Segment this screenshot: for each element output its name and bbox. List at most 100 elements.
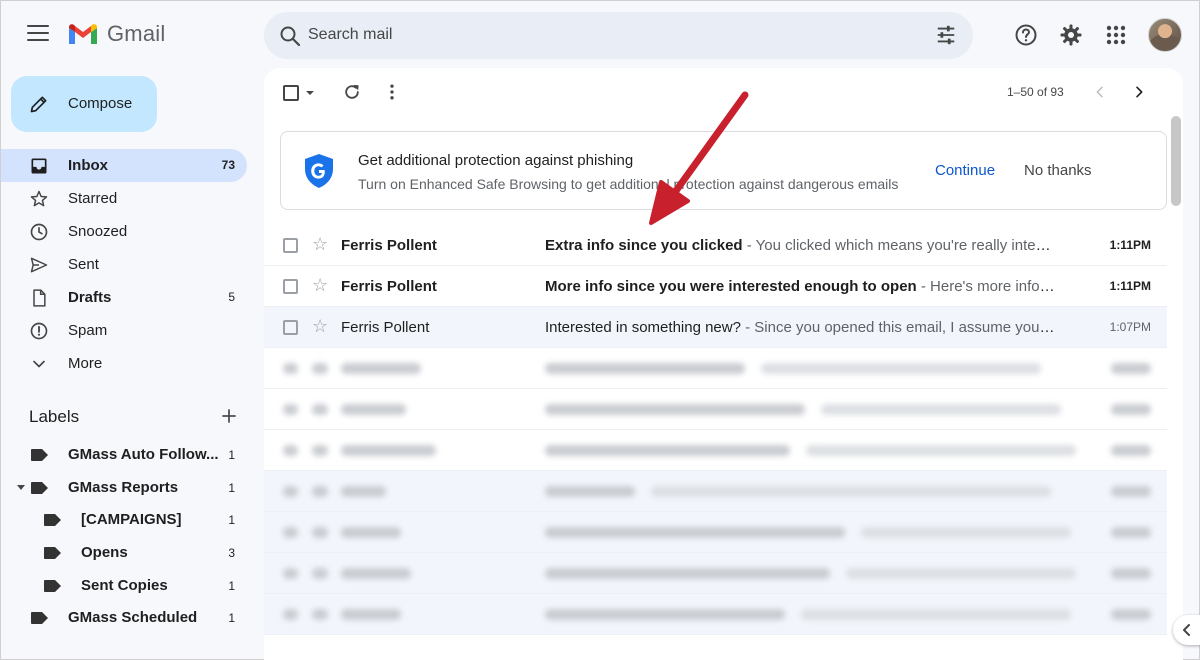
sidebar-item-label: Starred: [68, 190, 118, 207]
select-dropdown-icon[interactable]: [304, 88, 316, 98]
chevron-down-icon: [33, 360, 45, 368]
search-icon[interactable]: [278, 24, 302, 48]
top-bar: Gmail Search mail: [1, 1, 1200, 69]
row-checkbox[interactable]: [283, 238, 298, 253]
star-icon[interactable]: ☆: [312, 316, 328, 336]
banner-title: Get additional protection against phishi…: [358, 152, 634, 169]
scrollbar-thumb[interactable]: [1171, 116, 1181, 206]
blurred-text-block: [283, 404, 298, 415]
label-item-gmass-scheduled[interactable]: GMass Scheduled 1: [1, 601, 247, 634]
label-tag-icon: [31, 449, 48, 461]
label-name: Sent Copies: [81, 576, 168, 594]
sidebar-item-drafts[interactable]: Drafts 5: [1, 281, 247, 314]
email-row[interactable]: ☆ Ferris Pollent More info since you wer…: [264, 266, 1167, 307]
label-item-sent-copies[interactable]: Sent Copies 1: [1, 569, 247, 602]
star-icon[interactable]: ☆: [312, 275, 328, 295]
email-snippet: - Here's more info sin...: [920, 278, 1055, 295]
star-icon: [30, 190, 48, 207]
label-count: 3: [228, 546, 235, 561]
main-menu-icon[interactable]: [27, 25, 49, 43]
email-list: ☆ Ferris Pollent Extra info since you cl…: [264, 225, 1167, 635]
email-sender: Ferris Pollent: [341, 237, 437, 254]
email-row-blurred[interactable]: [264, 553, 1167, 594]
star-icon[interactable]: ☆: [312, 234, 328, 254]
sidebar-item-inbox[interactable]: Inbox 73: [1, 149, 247, 182]
search-options-icon[interactable]: [935, 24, 957, 46]
blurred-text-block: [341, 486, 386, 497]
email-row-blurred[interactable]: [264, 471, 1167, 512]
sidebar-item-starred[interactable]: Starred: [1, 182, 247, 215]
blurred-text-block: [283, 486, 298, 497]
sidebar-item-spam[interactable]: Spam: [1, 314, 247, 347]
email-row-blurred[interactable]: [264, 389, 1167, 430]
sidebar-item-more[interactable]: More: [1, 347, 247, 380]
gmail-logo[interactable]: Gmail: [67, 21, 165, 47]
email-row-blurred[interactable]: [264, 430, 1167, 471]
label-tag-icon: [44, 514, 61, 527]
unread-count: 73: [221, 158, 235, 172]
blurred-text-block: [1111, 486, 1151, 497]
expand-caret-icon[interactable]: [17, 484, 25, 490]
newer-page-icon[interactable]: [1092, 84, 1108, 100]
label-item-gmass-reports[interactable]: GMass Reports 1: [1, 471, 247, 504]
email-snippet: - You clicked which means you're really …: [742, 237, 1055, 254]
email-row[interactable]: ☆ Ferris Pollent Interested in something…: [264, 307, 1167, 348]
blurred-text-block: [312, 609, 328, 620]
blurred-text-block: [312, 486, 328, 497]
row-checkbox[interactable]: [283, 279, 298, 294]
blurred-text-block: [341, 527, 401, 538]
label-tag-icon: [44, 547, 61, 560]
account-avatar[interactable]: [1148, 18, 1182, 52]
settings-gear-icon[interactable]: [1059, 23, 1083, 47]
blurred-text-block: [283, 445, 298, 456]
email-row-blurred[interactable]: [264, 348, 1167, 389]
add-label-icon[interactable]: [219, 406, 239, 426]
email-row[interactable]: ☆ Ferris Pollent Extra info since you cl…: [264, 225, 1167, 266]
sidebar-item-sent[interactable]: Sent: [1, 248, 247, 281]
blurred-text-block: [341, 404, 406, 415]
compose-button[interactable]: Compose: [11, 76, 157, 132]
search-bar[interactable]: Search mail: [264, 12, 973, 59]
blurred-text-block: [545, 527, 845, 538]
sidebar-item-snoozed[interactable]: Snoozed: [1, 215, 247, 248]
label-count: 1: [228, 480, 235, 495]
email-row-blurred[interactable]: [264, 512, 1167, 553]
banner-subtitle: Turn on Enhanced Safe Browsing to get ad…: [358, 176, 899, 192]
label-item-opens[interactable]: Opens 3: [1, 536, 247, 569]
email-subject-line: Extra info since you clicked - You click…: [545, 237, 1055, 254]
list-toolbar: 1–50 of 93: [264, 68, 1183, 118]
blurred-text-block: [312, 527, 328, 538]
label-item-campaigns[interactable]: [CAMPAIGNS] 1: [1, 503, 247, 536]
more-options-icon[interactable]: [382, 82, 402, 102]
sidebar-nav: Inbox 73 Starred Snoozed Sent Drafts 5 S…: [1, 149, 247, 380]
blurred-text-block: [545, 445, 790, 456]
blurred-text-block: [861, 527, 1071, 538]
email-time: 1:11PM: [1109, 238, 1151, 252]
blurred-text-block: [341, 568, 411, 579]
sidebar-item-label: More: [68, 355, 103, 372]
help-icon[interactable]: [1014, 23, 1038, 47]
row-checkbox[interactable]: [283, 320, 298, 335]
no-thanks-button[interactable]: No thanks: [1024, 162, 1092, 179]
refresh-icon[interactable]: [342, 82, 362, 102]
apps-grid-icon[interactable]: [1104, 23, 1128, 47]
label-name: GMass Auto Follow...: [68, 446, 219, 463]
label-name: [CAMPAIGNS]: [81, 511, 182, 529]
email-subject-line: More info since you were interested enou…: [545, 278, 1055, 295]
email-time: 1:11PM: [1109, 279, 1151, 293]
file-icon: [33, 289, 46, 307]
select-all-checkbox[interactable]: [283, 85, 299, 101]
blurred-text-block: [283, 363, 298, 374]
search-input[interactable]: Search mail: [308, 26, 392, 44]
label-item-gmass-auto-followup[interactable]: GMass Auto Follow... 1: [1, 438, 247, 471]
side-panel-toggle[interactable]: [1173, 615, 1200, 645]
email-row-blurred[interactable]: [264, 594, 1167, 635]
message-list-panel: 1–50 of 93 Get additional protection aga…: [264, 68, 1183, 660]
continue-button[interactable]: Continue: [935, 162, 995, 179]
older-page-icon[interactable]: [1131, 84, 1147, 100]
blurred-text-block: [1111, 445, 1151, 456]
gmail-m-icon: [69, 24, 97, 44]
label-count: 1: [228, 578, 235, 593]
blurred-text-block: [545, 609, 785, 620]
blurred-text-block: [545, 486, 635, 497]
